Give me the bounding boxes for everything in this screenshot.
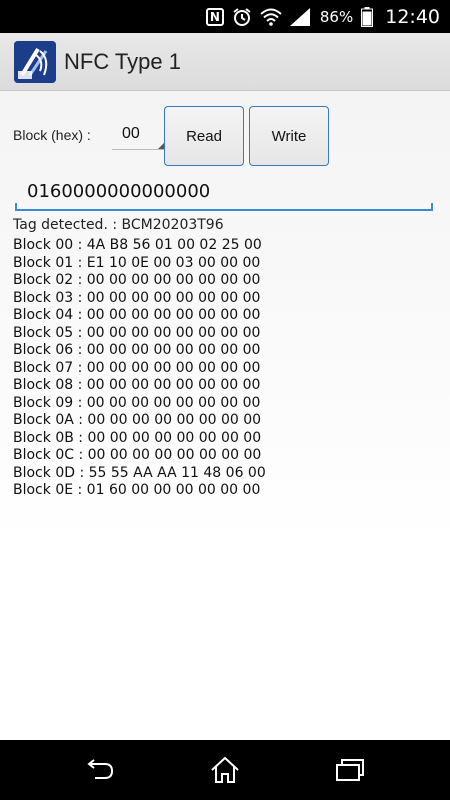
alarm-icon [233, 7, 251, 26]
back-icon[interactable] [80, 754, 120, 786]
block-row: Block 03 : 00 00 00 00 00 00 00 00 [13, 289, 261, 306]
block-row: Block 0B : 00 00 00 00 00 00 00 00 [13, 429, 262, 446]
battery-icon [361, 6, 374, 27]
home-icon[interactable] [205, 754, 245, 786]
input-underline-tick [431, 203, 433, 211]
controls-row: Block (hex) : 00 Read Write [12, 106, 432, 166]
block-select[interactable]: 00 [112, 120, 170, 150]
nfc-icon: N [205, 7, 224, 26]
block-row: Block 0E : 01 60 00 00 00 00 00 00 [13, 482, 261, 498]
signal-icon [289, 7, 310, 26]
block-row: Block 05 : 00 00 00 00 00 00 00 00 [13, 324, 261, 341]
block-row: Block 00 : 4A B8 56 01 00 02 25 00 [13, 237, 262, 253]
read-button[interactable]: Read [164, 106, 244, 166]
block-row: Block 0A : 00 00 00 00 00 00 00 00 [13, 412, 262, 428]
clock: 12:40 [385, 5, 440, 28]
block-select-value: 00 [122, 125, 140, 142]
app-bar: NFC Type 1 [0, 33, 450, 91]
battery-percent: 86% [319, 7, 354, 26]
status-bar: N 86% 12:40 [0, 0, 450, 33]
block-row: Block 01 : E1 10 0E 00 03 00 00 00 [13, 254, 261, 271]
block-row: Block 09 : 00 00 00 00 00 00 00 00 [13, 394, 261, 411]
main-content: Block (hex) : 00 Read Write 016000000000… [0, 91, 450, 740]
hex-data-input-value: 0160000000000000 [27, 181, 211, 202]
write-button[interactable]: Write [249, 106, 329, 166]
block-row: Block 02 : 00 00 00 00 00 00 00 00 [13, 272, 261, 288]
block-row: Block 0C : 00 00 00 00 00 00 00 00 [13, 447, 262, 463]
app-title: NFC Type 1 [64, 48, 181, 74]
block-label: Block (hex) : [13, 127, 91, 143]
block-row: Block 04 : 00 00 00 00 00 00 00 00 [13, 307, 261, 323]
block-row: Block 06 : 00 00 00 00 00 00 00 00 [13, 342, 261, 358]
tag-detected-text: Tag detected. : BCM20203T96 [13, 217, 224, 233]
block-row: Block 07 : 00 00 00 00 00 00 00 00 [13, 359, 261, 376]
block-row: Block 0D : 55 55 AA AA 11 48 06 00 [13, 464, 266, 481]
block-list: Block 00 : 4A B8 56 01 00 02 25 00 Block… [13, 237, 266, 500]
hex-data-input[interactable]: 0160000000000000 [15, 179, 433, 211]
wifi-icon [260, 8, 282, 26]
recents-icon[interactable] [330, 754, 370, 786]
block-row: Block 08 : 00 00 00 00 00 00 00 00 [13, 377, 261, 393]
nfc-app-logo-icon [14, 40, 56, 83]
navigation-bar [0, 740, 450, 800]
